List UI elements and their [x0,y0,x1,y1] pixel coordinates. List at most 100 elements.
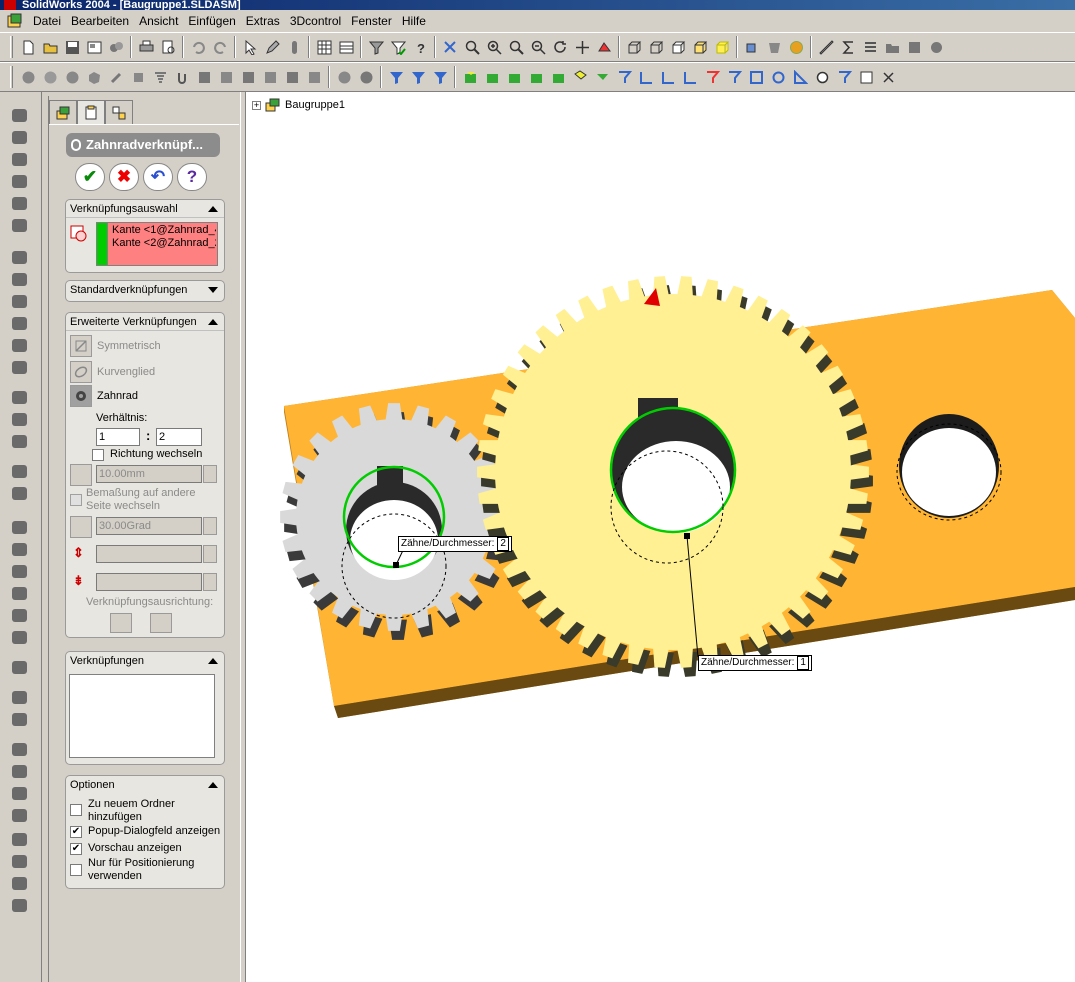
loft-button[interactable] [9,172,29,190]
linear-pattern-button[interactable] [9,388,29,406]
tab-configuration-manager[interactable] [105,100,133,124]
filter-balloons-button[interactable] [767,66,789,88]
weld-bead-button[interactable] [355,66,377,88]
filter-sketch-points-button[interactable] [503,66,525,88]
extrude-cut-button[interactable] [9,194,29,212]
toggle-filter-button[interactable] [387,36,409,58]
expand-toggle[interactable]: + [252,100,261,110]
cam-mate-option[interactable]: Kurvenglied [70,361,155,383]
new-folder-checkbox[interactable] [70,804,82,816]
filter-tolerances-button[interactable] [723,66,745,88]
table-button[interactable] [335,36,357,58]
filter-cosmetic-button[interactable] [811,66,833,88]
shadows-button[interactable] [741,36,763,58]
flip-direction-checkbox[interactable] [92,449,104,461]
gear-mate-option[interactable]: Zahnrad [70,385,138,407]
smart-fasteners-button[interactable] [149,66,171,88]
change-suppression-button[interactable] [83,66,105,88]
rotate-view-button[interactable] [549,36,571,58]
dome-button[interactable] [9,358,29,376]
draft-button[interactable] [9,336,29,354]
perspective-button[interactable] [763,36,785,58]
max-limit-spinner[interactable] [203,545,217,563]
revolve-cut-button[interactable] [9,216,29,234]
new-document-button[interactable] [17,36,39,58]
aligned-button[interactable] [110,613,132,633]
make-drawing-button[interactable] [83,36,105,58]
mates-list[interactable] [69,674,215,758]
popup-dialog-checkbox[interactable]: ✔ [70,826,82,838]
grid-button[interactable] [313,36,335,58]
mass-properties-button[interactable] [837,36,859,58]
symmetric-mate-option[interactable]: Symmetrisch [70,335,161,357]
large-gear-callout[interactable]: Zähne/Durchmesser: 1 [698,655,812,671]
hidden-lines-removed-button[interactable] [667,36,689,58]
menu-ansicht[interactable]: Ansicht [134,14,183,28]
ellipse-button[interactable] [9,658,29,676]
tab-property-manager[interactable] [77,100,105,124]
edit-component-button[interactable] [105,66,127,88]
arc-button[interactable] [9,584,29,602]
positioning-only-checkbox[interactable] [70,864,82,876]
filter-axes-button[interactable] [547,66,569,88]
hidden-lines-visible-button[interactable] [645,36,667,58]
menu-hilfe[interactable]: Hilfe [397,14,431,28]
select-button[interactable] [239,36,261,58]
angle-input[interactable] [96,517,202,535]
measure-button[interactable] [815,36,837,58]
min-limit-spinner[interactable] [203,573,217,591]
dimension-other-side-checkbox[interactable] [70,494,82,506]
filter-axis-button[interactable] [635,66,657,88]
plate-hole[interactable] [902,428,996,516]
view-orientation-button[interactable] [439,36,461,58]
menu-datei[interactable]: Datei [28,14,66,28]
help-button[interactable]: ? [409,36,431,58]
toolbar-grip[interactable] [10,66,13,88]
advanced-mates-title[interactable]: Erweiterte Verknüpfungen [66,313,224,331]
mate-button[interactable] [171,66,193,88]
redo-button[interactable] [209,36,231,58]
chamfer-button[interactable] [9,270,29,288]
interference-button[interactable] [303,66,325,88]
geometry-analysis-button[interactable] [925,36,947,58]
toolbar-grip[interactable] [10,36,13,58]
menu-fenster[interactable]: Fenster [346,14,397,28]
open-button[interactable] [39,36,61,58]
display-relations-button[interactable] [9,874,29,892]
menu-bearbeiten[interactable]: Bearbeiten [66,14,134,28]
filter-surfaces-button[interactable] [591,66,613,88]
zoom-out-button[interactable] [527,36,549,58]
list-item[interactable]: Kante <2@Zahnrad_2 [112,237,216,249]
polygon-button[interactable] [9,606,29,624]
feature-driven-pattern-button[interactable] [237,66,259,88]
ok-button[interactable]: ✔ [75,163,105,191]
zoom-to-fit-button[interactable] [461,36,483,58]
extend-button[interactable] [9,710,29,728]
filter-welds-button[interactable] [745,66,767,88]
print-preview-button[interactable] [157,36,179,58]
filter-sketch-segments-button[interactable] [481,66,503,88]
menu-einfuegen[interactable]: Einfügen [183,14,240,28]
trim-button[interactable] [9,688,29,706]
filter-dimensions-button[interactable] [679,66,701,88]
view-section-button[interactable] [593,36,615,58]
filter-blocks-button[interactable] [833,66,855,88]
standard-mates-title[interactable]: Standardverknüpfungen [66,281,224,299]
filter-faces-button[interactable] [429,66,451,88]
smart-dimension-button[interactable] [283,36,305,58]
filter-solid-body-button[interactable] [877,66,899,88]
anti-aligned-button[interactable] [150,613,172,633]
fillet-button[interactable] [9,248,29,266]
spline-button[interactable] [9,628,29,646]
filter-points-button[interactable] [613,66,635,88]
offset-button[interactable] [9,740,29,758]
ratio-left-input[interactable] [96,428,140,446]
min-limit-input[interactable] [96,573,202,591]
exploded-view-button[interactable] [259,66,281,88]
filter-all-button[interactable] [385,66,407,88]
filter-surface-body-button[interactable] [855,66,877,88]
reference-geometry-button[interactable] [9,462,29,480]
print-button[interactable] [135,36,157,58]
small-gear-ratio-value[interactable]: 2 [497,537,509,551]
circle-button[interactable] [9,562,29,580]
